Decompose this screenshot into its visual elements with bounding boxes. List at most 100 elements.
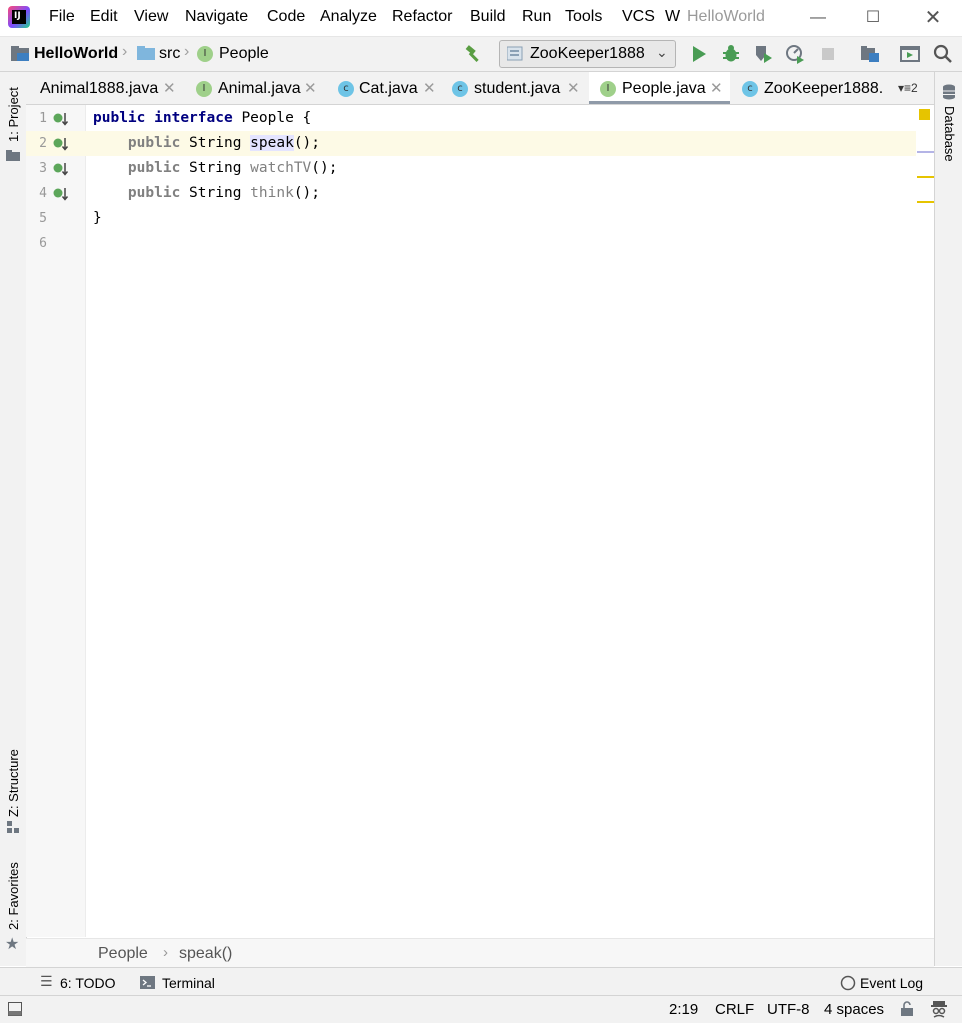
class-name: People { [241,110,312,126]
tab-student[interactable]: c student.java ✕ [444,72,589,104]
implemented-marker-icon[interactable] [53,112,69,126]
breadcrumb-src[interactable]: src [159,45,180,63]
method-name: watchTV [250,160,312,176]
run-configuration-label: ZooKeeper1888 [530,45,645,62]
menu-build[interactable]: Build [470,8,506,26]
caret-position[interactable]: 2:19 [669,1001,698,1018]
inspector-icon[interactable] [930,1000,948,1018]
tool-window-favorites[interactable]: 2: Favorites [6,862,21,930]
terminal-icon[interactable] [140,976,155,989]
menu-tools[interactable]: Tools [565,8,602,26]
stop-icon[interactable] [818,44,838,64]
code-punctuation: (); [293,135,321,151]
menu-window[interactable]: W [665,8,680,26]
maximize-icon[interactable]: ☐ [850,4,896,32]
implemented-marker-icon[interactable] [53,187,69,201]
menu-file[interactable]: File [49,8,75,26]
warning-marker[interactable] [917,176,934,178]
usage-marker[interactable] [917,151,934,153]
close-icon[interactable]: ✕ [910,4,956,32]
menu-bar: IJ File Edit View Navigate Code Analyze … [0,0,962,37]
tab-animal1888[interactable]: Animal1888.java ✕ [26,72,186,104]
tabs-overflow-icon: ▾≡ [898,81,912,95]
tool-window-project[interactable]: 1: Project [6,87,21,142]
status-bar: 2:19 CRLF UTF-8 4 spaces [0,995,962,1023]
tab-label: Cat.java [359,80,418,97]
menu-run[interactable]: Run [522,8,551,26]
chevron-right-icon: › [163,944,168,961]
implemented-marker-icon[interactable] [53,162,69,176]
run-anything-icon[interactable] [900,44,920,64]
tool-window-todo[interactable]: 6: TODO [60,975,116,991]
close-icon[interactable]: ✕ [163,79,176,97]
type-name: String [189,160,242,176]
run-icon[interactable] [689,44,709,64]
menu-view[interactable]: View [134,8,168,26]
interface-icon: I [197,46,213,62]
tabs-overflow-count: 2 [911,81,918,95]
tab-label: student.java [474,80,561,97]
chevron-right-icon: › [184,43,190,60]
build-hammer-icon[interactable] [464,44,484,64]
toggle-tool-windows-icon[interactable] [8,1002,22,1016]
tab-zookeeper1888[interactable]: c ZooKeeper1888. [730,72,890,104]
implemented-marker-icon[interactable] [53,137,69,151]
menu-navigate[interactable]: Navigate [185,8,248,26]
breadcrumb-class[interactable]: People [98,945,148,963]
minimize-icon[interactable]: — [795,4,841,32]
menu-vcs[interactable]: VCS [622,8,655,26]
menu-refactor[interactable]: Refactor [392,8,452,26]
line-separator[interactable]: CRLF [715,1001,754,1018]
chevron-right-icon: › [122,43,128,60]
editor-breadcrumb: People › speak() [26,938,934,967]
tab-cat[interactable]: c Cat.java ✕ [328,72,444,104]
search-icon[interactable] [933,44,953,64]
debug-icon[interactable] [721,44,741,64]
tool-window-database[interactable]: Database [942,106,957,162]
tab-label: People.java [622,80,706,97]
class-icon: c [338,81,354,97]
structure-tool-icon[interactable] [7,821,20,833]
star-icon[interactable]: ★ [5,934,19,954]
line-number: 3 [39,161,47,176]
left-tool-window-bar: 1: Project Z: Structure 2: Favorites ★ [0,72,27,966]
event-log-icon[interactable] [840,975,856,991]
breadcrumb-people[interactable]: People [219,45,269,63]
navigation-bar: HelloWorld › src › I People ZooKeeper188… [0,37,962,72]
run-configuration-select[interactable]: ZooKeeper1888 ⌄ [499,40,676,68]
close-icon[interactable]: ✕ [567,79,580,97]
type-name: String [189,135,242,151]
tool-window-structure[interactable]: Z: Structure [6,749,21,817]
analysis-status-icon[interactable] [919,109,930,120]
folder-icon [137,46,155,60]
code-editor[interactable] [86,105,934,937]
indent-setting[interactable]: 4 spaces [824,1001,884,1018]
project-folder-icon [11,46,29,61]
keyword: public [93,110,146,126]
menu-analyze[interactable]: Analyze [320,8,377,26]
code-line-2: public String speak(); [93,135,320,151]
tab-people[interactable]: I People.java ✕ [589,72,730,104]
profiler-icon[interactable] [785,44,805,64]
todo-list-icon[interactable]: ☰ [40,973,53,990]
tabs-overflow-button[interactable]: ▾≡2 [898,81,932,95]
project-tool-icon[interactable] [6,150,20,161]
database-icon[interactable] [942,84,956,100]
menu-code[interactable]: Code [267,8,305,26]
breadcrumb-method[interactable]: speak() [179,945,232,963]
file-encoding[interactable]: UTF-8 [767,1001,810,1018]
unlock-icon[interactable] [900,1001,914,1017]
method-name: speak [250,135,294,151]
menu-edit[interactable]: Edit [90,8,118,26]
project-structure-icon[interactable] [860,44,880,64]
close-icon[interactable]: ✕ [304,79,317,97]
run-with-coverage-icon[interactable] [753,44,773,64]
interface-icon: I [600,81,616,97]
tool-window-terminal[interactable]: Terminal [162,975,215,991]
tab-animal[interactable]: I Animal.java ✕ [186,72,322,104]
warning-marker[interactable] [917,201,934,203]
close-icon[interactable]: ✕ [710,79,723,97]
tool-window-event-log[interactable]: Event Log [860,975,923,991]
close-icon[interactable]: ✕ [423,79,436,97]
breadcrumb-project[interactable]: HelloWorld [34,45,118,63]
